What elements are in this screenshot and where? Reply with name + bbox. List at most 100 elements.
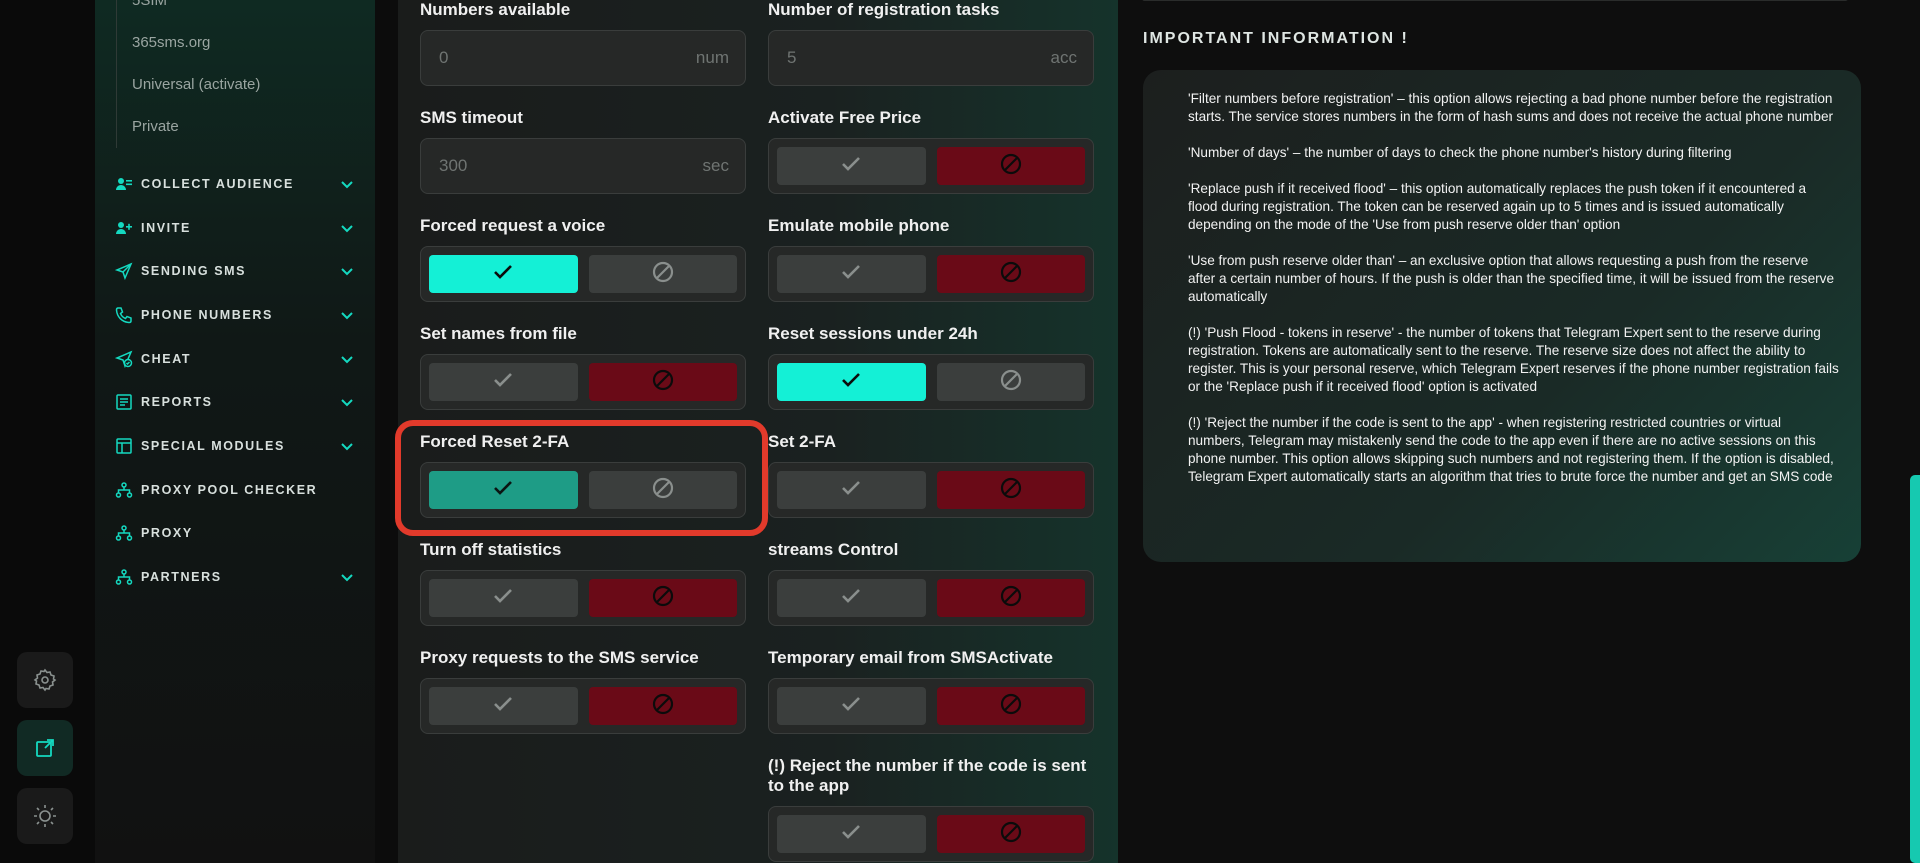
sidebar-item-cheat[interactable]: CHEAT bbox=[115, 337, 355, 381]
ban-icon bbox=[650, 259, 676, 290]
setting-set-2fa: Set 2-FA bbox=[768, 432, 1094, 518]
enable-button[interactable] bbox=[777, 147, 926, 185]
disable-button[interactable] bbox=[936, 147, 1085, 185]
reset-sessions-toggle bbox=[768, 354, 1094, 410]
sidebar-item-partners[interactable]: PARTNERS bbox=[115, 555, 355, 599]
enable-button[interactable] bbox=[777, 255, 926, 293]
ban-icon bbox=[650, 367, 676, 398]
send-icon bbox=[115, 262, 133, 281]
numbers-available-input[interactable]: 0 num bbox=[420, 30, 746, 86]
top-divider bbox=[1142, 0, 1848, 1]
reject-number-toggle bbox=[768, 806, 1094, 862]
disable-button[interactable] bbox=[588, 363, 737, 401]
chevron-down-icon[interactable] bbox=[339, 394, 355, 410]
numbers-available-label: Numbers available bbox=[420, 0, 571, 19]
sidebar-item-sending-sms[interactable]: SENDING SMS bbox=[115, 249, 355, 293]
chevron-down-icon[interactable] bbox=[339, 351, 355, 367]
disable-button[interactable] bbox=[588, 579, 737, 617]
emulate-mobile-toggle bbox=[768, 246, 1094, 302]
theme-toggle-button[interactable] bbox=[17, 788, 73, 844]
sidebar-item-label: COLLECT AUDIENCE bbox=[141, 176, 294, 191]
scrollbar[interactable] bbox=[1910, 475, 1920, 863]
enable-button[interactable] bbox=[777, 363, 926, 401]
check-icon bbox=[490, 367, 516, 398]
ban-icon bbox=[998, 583, 1024, 614]
disable-button[interactable] bbox=[588, 255, 737, 293]
settings-button[interactable] bbox=[17, 652, 73, 708]
chevron-down-icon[interactable] bbox=[339, 569, 355, 585]
setting-streams-control: streams Control bbox=[768, 540, 1094, 626]
disable-button[interactable] bbox=[936, 471, 1085, 509]
chevron-down-icon[interactable] bbox=[339, 263, 355, 279]
turn-off-stats-toggle bbox=[420, 570, 746, 626]
external-link-button[interactable] bbox=[17, 720, 73, 776]
sidebar-item-label: REPORTS bbox=[141, 395, 213, 410]
proxy-requests-label: Proxy requests to the SMS service bbox=[420, 648, 699, 667]
check-icon bbox=[838, 475, 864, 506]
sidebar-item-proxy[interactable]: PROXY bbox=[115, 512, 355, 556]
set-2fa-label: Set 2-FA bbox=[768, 432, 837, 451]
check-icon bbox=[838, 151, 864, 182]
enable-button[interactable] bbox=[777, 687, 926, 725]
enable-button[interactable] bbox=[429, 255, 578, 293]
sidebar-item-label: PROXY bbox=[141, 526, 193, 541]
report-icon bbox=[115, 393, 133, 411]
chevron-down-icon[interactable] bbox=[339, 176, 355, 192]
check-icon bbox=[838, 367, 864, 398]
streams-control-toggle bbox=[768, 570, 1094, 626]
sidebar-item-special-modules[interactable]: SPECIAL MODULES bbox=[115, 424, 355, 468]
set-names-toggle bbox=[420, 354, 746, 410]
disable-button[interactable] bbox=[936, 579, 1085, 617]
sidebar-item-label: PROXY POOL CHECKER bbox=[141, 482, 318, 497]
subnav-item[interactable]: Universal (activate) bbox=[132, 64, 260, 106]
sidebar-item-reports[interactable]: REPORTS bbox=[115, 380, 355, 424]
network-icon bbox=[115, 524, 133, 542]
info-panel: IMPORTANT INFORMATION ! 'Filter numbers … bbox=[1118, 0, 1920, 863]
chevron-down-icon[interactable] bbox=[339, 220, 355, 236]
sidebar-item-proxy-pool-checker[interactable]: PROXY POOL CHECKER bbox=[115, 468, 355, 512]
ban-icon bbox=[650, 583, 676, 614]
highlight-box bbox=[395, 420, 768, 536]
sidebar-item-label: PARTNERS bbox=[141, 570, 222, 585]
streams-control-label: streams Control bbox=[768, 540, 899, 559]
disable-button[interactable] bbox=[936, 363, 1085, 401]
registration-tasks-input[interactable]: 5 acc bbox=[768, 30, 1094, 86]
disable-button[interactable] bbox=[936, 687, 1085, 725]
check-icon bbox=[838, 819, 864, 850]
sidebar-item-label: SPECIAL MODULES bbox=[141, 438, 285, 453]
sms-timeout-value: 300 bbox=[439, 156, 468, 175]
enable-button[interactable] bbox=[777, 471, 926, 509]
settings-left-column: SMS timeout 300 sec bbox=[420, 108, 746, 194]
setting-set-names: Set names from file bbox=[420, 324, 746, 410]
info-paragraph: 'Filter numbers before registration' – t… bbox=[1188, 91, 1834, 124]
enable-button[interactable] bbox=[777, 579, 926, 617]
enable-button[interactable] bbox=[429, 579, 578, 617]
subnav-item[interactable]: 5SIM bbox=[132, 0, 260, 22]
sidebar-item-invite[interactable]: INVITE bbox=[115, 206, 355, 250]
sidebar-item-collect-audience[interactable]: COLLECT AUDIENCE bbox=[115, 162, 355, 206]
enable-button[interactable] bbox=[429, 363, 578, 401]
disable-button[interactable] bbox=[936, 815, 1085, 853]
settings-right-column: Number of registration tasks 5 acc bbox=[768, 0, 1094, 86]
disable-button[interactable] bbox=[588, 687, 737, 725]
check-icon bbox=[838, 691, 864, 722]
network-icon bbox=[115, 568, 133, 586]
subnav-item[interactable]: 365sms.org bbox=[132, 22, 260, 64]
icon-rail bbox=[0, 0, 95, 863]
modules-icon bbox=[115, 437, 133, 455]
chevron-down-icon[interactable] bbox=[339, 307, 355, 323]
sidebar-item-phone-numbers[interactable]: PHONE NUMBERS bbox=[115, 293, 355, 337]
info-paragraph: 'Number of days' – the number of days to… bbox=[1188, 145, 1732, 160]
check-icon bbox=[490, 259, 516, 290]
chevron-down-icon[interactable] bbox=[339, 438, 355, 454]
emulate-mobile-label: Emulate mobile phone bbox=[768, 216, 950, 235]
enable-button[interactable] bbox=[429, 687, 578, 725]
enable-button[interactable] bbox=[777, 815, 926, 853]
subnav-item[interactable]: Private bbox=[132, 106, 260, 148]
disable-button[interactable] bbox=[936, 255, 1085, 293]
info-title: IMPORTANT INFORMATION ! bbox=[1143, 30, 1409, 47]
setting-forced-voice: Forced request a voice bbox=[420, 216, 746, 302]
sms-timeout-input[interactable]: 300 sec bbox=[420, 138, 746, 194]
check-icon bbox=[490, 583, 516, 614]
sidebar: 5SIM 365sms.org Universal (activate) Pri… bbox=[95, 0, 375, 863]
